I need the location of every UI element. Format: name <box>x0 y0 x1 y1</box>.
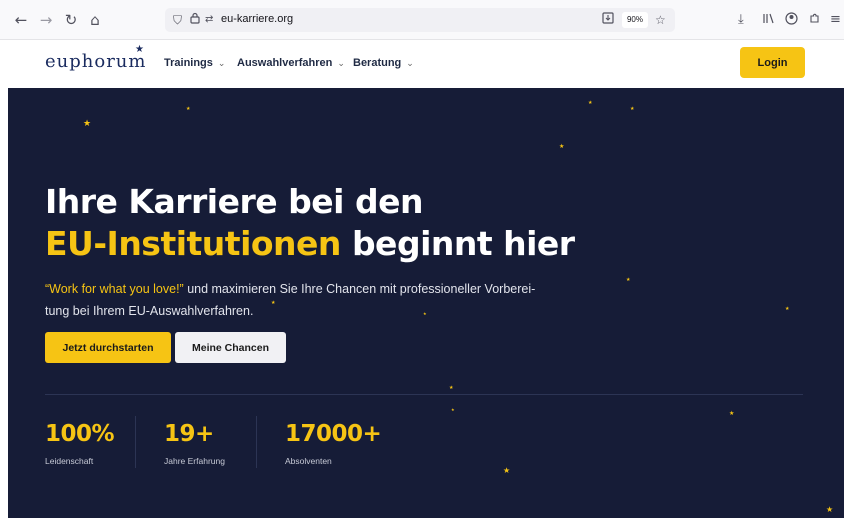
logo-star-icon: ★ <box>135 44 144 55</box>
zoom-level[interactable]: 90% <box>622 12 648 28</box>
site-header: euphorum ★ Trainings ⌄ Auswahlverfahren ⌄ … <box>8 40 844 88</box>
headline-line-2: EU-Institutionen beginnt hier <box>45 223 575 265</box>
nav-trainings[interactable]: Trainings ⌄ <box>164 57 225 69</box>
menu-icon[interactable]: ≡ <box>830 12 841 28</box>
chevron-down-icon: ⌄ <box>406 59 414 69</box>
get-started-button[interactable]: Jetzt durchstarten <box>45 332 171 363</box>
home-icon[interactable]: ⌂ <box>86 11 104 29</box>
lock-icon[interactable] <box>190 12 200 28</box>
hero-section: ★ ★ ★ ★ ★ ★ ★ ★ ★ ★ ★ ★ ★ ★ Ihre Karrier… <box>8 88 844 518</box>
stat-separator <box>256 416 257 468</box>
forward-icon[interactable]: → <box>37 11 55 29</box>
star-decoration-icon: ★ <box>826 505 834 514</box>
star-decoration-icon: ★ <box>186 106 191 112</box>
nav-label: Trainings <box>164 57 213 69</box>
star-decoration-icon: ★ <box>559 143 565 150</box>
login-button[interactable]: Login <box>740 47 805 78</box>
nav-auswahlverfahren[interactable]: Auswahlverfahren ⌄ <box>237 57 345 69</box>
stat-experience: 19+ Jahre Erfahrung <box>164 420 225 466</box>
stat-value: 100% <box>45 421 115 447</box>
subtext-line-2: tung bei Ihrem EU-Auswahlverfahren. <box>45 304 254 318</box>
stat-value: 17000+ <box>285 421 382 447</box>
star-decoration-icon: ★ <box>630 106 635 112</box>
stat-label: Jahre Erfahrung <box>164 456 225 466</box>
permissions-icon[interactable]: ⇄ <box>205 12 213 28</box>
headline-rest: beginnt hier <box>351 224 575 263</box>
address-bar[interactable]: ⛉ ⇄ eu-karriere.org 90% ☆ <box>165 8 675 32</box>
headline-highlight: EU-Institutionen <box>45 224 341 263</box>
star-decoration-icon: ★ <box>83 119 92 129</box>
stat-passion: 100% Leidenschaft <box>45 420 115 466</box>
stat-label: Absolventen <box>285 456 332 466</box>
url-text[interactable]: eu-karriere.org <box>221 13 293 25</box>
stat-value: 19+ <box>164 421 214 447</box>
nav-beratung[interactable]: Beratung ⌄ <box>353 57 414 69</box>
hero-subtext: “Work for what you love!” und maximieren… <box>45 278 565 322</box>
reload-icon[interactable]: ↻ <box>62 11 80 29</box>
nav-label: Beratung <box>353 57 402 69</box>
star-decoration-icon: ★ <box>449 385 454 391</box>
star-decoration-icon: ★ <box>503 466 511 475</box>
logo[interactable]: euphorum <box>45 51 146 72</box>
hero-headline: Ihre Karriere bei den EU-Institutionen b… <box>45 181 575 265</box>
star-decoration-icon: ★ <box>785 306 790 312</box>
extensions-icon[interactable] <box>808 12 821 30</box>
back-icon[interactable]: ← <box>12 11 30 29</box>
star-decoration-icon: ★ <box>729 410 735 417</box>
bookmark-star-icon[interactable]: ☆ <box>655 12 666 28</box>
stat-label: Leidenschaft <box>45 456 94 466</box>
chevron-down-icon: ⌄ <box>337 59 345 69</box>
divider <box>45 394 803 395</box>
subtext-line-1: und maximieren Sie Ihre Chancen mit prof… <box>187 282 536 296</box>
headline-line-1: Ihre Karriere bei den <box>45 182 423 221</box>
library-icon[interactable] <box>762 12 775 30</box>
download-icon[interactable]: ⤓ <box>738 12 744 28</box>
account-icon[interactable] <box>785 12 798 30</box>
star-decoration-icon: ★ <box>626 277 631 283</box>
hero-quote: “Work for what you love!” <box>45 282 184 296</box>
stat-separator <box>135 416 136 468</box>
browser-toolbar: ← → ↻ ⌂ ⛉ ⇄ eu-karriere.org 90% ☆ ⤓ ≡ <box>0 0 844 40</box>
my-chances-button[interactable]: Meine Chancen <box>175 332 286 363</box>
star-decoration-icon: ★ <box>588 100 593 106</box>
shield-icon[interactable]: ⛉ <box>173 12 182 28</box>
reader-icon[interactable] <box>602 12 614 28</box>
chevron-down-icon: ⌄ <box>217 59 226 69</box>
nav-label: Auswahlverfahren <box>237 57 333 69</box>
star-decoration-icon: ★ <box>451 407 455 412</box>
stat-graduates: 17000+ Absolventen <box>285 420 382 466</box>
